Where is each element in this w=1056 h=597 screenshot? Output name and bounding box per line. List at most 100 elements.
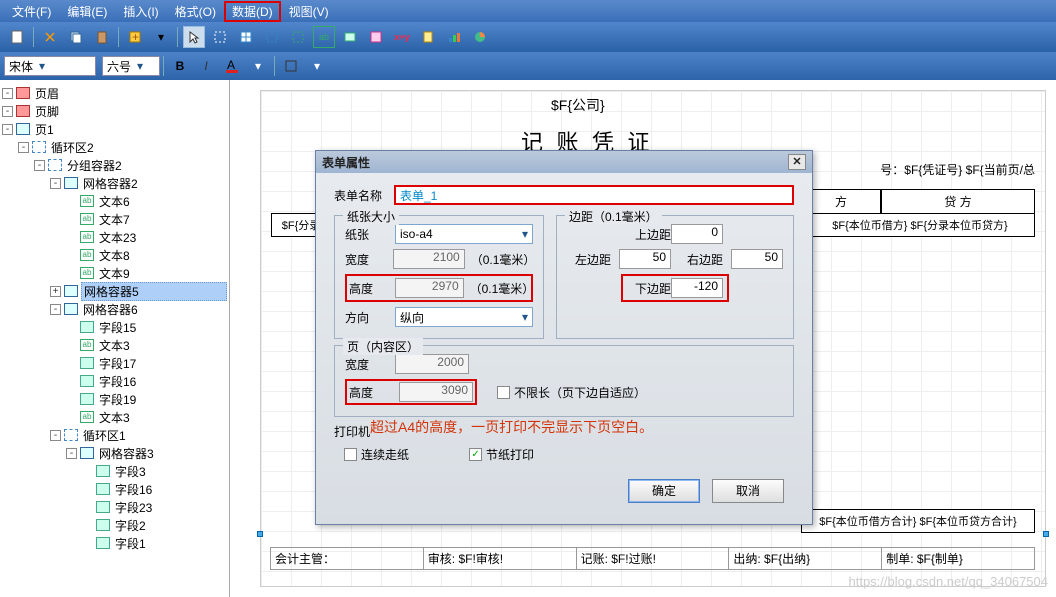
expand-icon[interactable]: + <box>50 286 61 297</box>
tool-image[interactable] <box>365 26 387 48</box>
watermark: https://blog.csdn.net/qq_34067504 <box>849 574 1049 589</box>
nolimit-checkbox[interactable] <box>497 386 510 399</box>
bold-button[interactable]: B <box>169 55 191 77</box>
node-icon <box>80 375 94 387</box>
close-icon[interactable]: ✕ <box>788 154 806 170</box>
margin-top-input[interactable]: 0 <box>671 224 723 244</box>
node-label: 字段16 <box>113 481 227 498</box>
tool-new[interactable] <box>6 26 28 48</box>
main-toolbar: + ▾ ab x+y <box>0 22 1056 52</box>
tool-field[interactable] <box>339 26 361 48</box>
font-combo[interactable]: 宋体▾ <box>4 56 96 76</box>
expand-icon[interactable]: - <box>50 304 61 315</box>
expand-icon[interactable]: - <box>50 430 61 441</box>
savepaper-checkbox[interactable]: ✓ <box>469 448 482 461</box>
tree-node[interactable]: 字段1 <box>2 534 227 552</box>
expand-icon[interactable]: - <box>66 448 77 459</box>
continuous-checkbox[interactable] <box>344 448 357 461</box>
tool-group[interactable] <box>287 26 309 48</box>
margin-left-input[interactable]: 50 <box>619 249 671 269</box>
expand-icon[interactable]: - <box>18 142 29 153</box>
tool-var[interactable] <box>417 26 439 48</box>
tree-node[interactable]: -循环区2 <box>2 138 227 156</box>
dialog-titlebar[interactable]: 表单属性 ✕ <box>316 151 812 173</box>
border-button[interactable] <box>280 55 302 77</box>
node-icon <box>96 519 110 531</box>
tool-xy[interactable]: x+y <box>391 26 413 48</box>
tool-paste[interactable] <box>91 26 113 48</box>
tree-node[interactable]: 字段16 <box>2 480 227 498</box>
tree-node[interactable]: +网格容器5 <box>2 282 227 300</box>
tool-container[interactable] <box>261 26 283 48</box>
tree-node[interactable]: 字段2 <box>2 516 227 534</box>
menu-item[interactable]: 插入(I) <box>115 1 166 22</box>
doc-company: $F{公司} <box>551 95 605 115</box>
tree-node[interactable]: 字段16 <box>2 372 227 390</box>
page-width-input[interactable]: 2000 <box>395 354 469 374</box>
tool-pointer[interactable] <box>183 26 205 48</box>
tree-node[interactable]: 字段3 <box>2 462 227 480</box>
tree-node[interactable]: -网格容器6 <box>2 300 227 318</box>
expand-icon[interactable]: - <box>2 106 13 117</box>
tree-node[interactable]: -网格容器2 <box>2 174 227 192</box>
dir-select[interactable]: 纵向▾ <box>395 307 533 327</box>
tree-node[interactable]: ab文本8 <box>2 246 227 264</box>
tool-grid[interactable] <box>235 26 257 48</box>
tree-node[interactable]: 字段15 <box>2 318 227 336</box>
expand-icon[interactable]: - <box>2 124 13 135</box>
tool-text[interactable]: ab <box>313 26 335 48</box>
font-color-button[interactable]: A <box>221 55 243 77</box>
menu-item[interactable]: 数据(D) <box>224 1 281 22</box>
margin-right-input[interactable]: 50 <box>731 249 783 269</box>
menu-item[interactable]: 编辑(E) <box>59 1 115 22</box>
menu-item[interactable]: 格式(O) <box>167 1 224 22</box>
tool-chart[interactable] <box>443 26 465 48</box>
border-dropdown[interactable]: ▾ <box>306 55 328 77</box>
node-label: 文本3 <box>97 409 227 426</box>
tree-node[interactable]: -分组容器2 <box>2 156 227 174</box>
tree-node[interactable]: ab文本23 <box>2 228 227 246</box>
paper-select[interactable]: iso-a4▾ <box>395 224 533 244</box>
tree-node[interactable]: ab文本3 <box>2 336 227 354</box>
color-dropdown[interactable]: ▾ <box>247 55 269 77</box>
cancel-button[interactable]: 取消 <box>712 479 784 503</box>
tree-node[interactable]: 字段19 <box>2 390 227 408</box>
tool-cut[interactable] <box>39 26 61 48</box>
tool-add[interactable]: + <box>124 26 146 48</box>
tree-node[interactable]: ab文本7 <box>2 210 227 228</box>
tool-select[interactable] <box>209 26 231 48</box>
page-height-input[interactable]: 3090 <box>399 382 473 402</box>
italic-button[interactable]: I <box>195 55 217 77</box>
node-label: 字段3 <box>113 463 227 480</box>
menu-item[interactable]: 文件(F) <box>4 1 59 22</box>
page-width-label: 宽度 <box>345 356 395 373</box>
node-icon: ab <box>80 411 94 423</box>
tree-node[interactable]: -循环区1 <box>2 426 227 444</box>
menu-item[interactable]: 视图(V) <box>281 1 337 22</box>
tool-pie[interactable] <box>469 26 491 48</box>
height-input[interactable]: 2970 <box>395 278 464 298</box>
tree-node[interactable]: - 页眉 <box>2 84 227 102</box>
expand-icon[interactable]: - <box>2 88 13 99</box>
outline-tree[interactable]: -页眉-页脚-页1-循环区2-分组容器2-网格容器2ab文本6ab文本7ab文本… <box>0 80 230 597</box>
expand-icon[interactable]: - <box>50 178 61 189</box>
node-label: 页眉 <box>33 85 227 102</box>
size-combo[interactable]: 六号▾ <box>102 56 160 76</box>
margin-bottom-input[interactable]: -120 <box>671 278 723 298</box>
tree-node[interactable]: -页1 <box>2 120 227 138</box>
tree-node[interactable]: 字段17 <box>2 354 227 372</box>
printer-label: 打印机 <box>334 423 370 440</box>
tool-dropdown[interactable]: ▾ <box>150 26 172 48</box>
ok-button[interactable]: 确定 <box>628 479 700 503</box>
tree-node[interactable]: -网格容器3 <box>2 444 227 462</box>
tree-node[interactable]: ab文本9 <box>2 264 227 282</box>
name-input[interactable]: 表单_1 <box>394 185 794 205</box>
tree-node[interactable]: ab文本3 <box>2 408 227 426</box>
tool-copy[interactable] <box>65 26 87 48</box>
width-input[interactable]: 2100 <box>393 249 465 269</box>
tree-node[interactable]: ab文本6 <box>2 192 227 210</box>
expand-icon[interactable]: - <box>34 160 45 171</box>
svg-text:+: + <box>132 30 139 44</box>
tree-node[interactable]: -页脚 <box>2 102 227 120</box>
tree-node[interactable]: 字段23 <box>2 498 227 516</box>
